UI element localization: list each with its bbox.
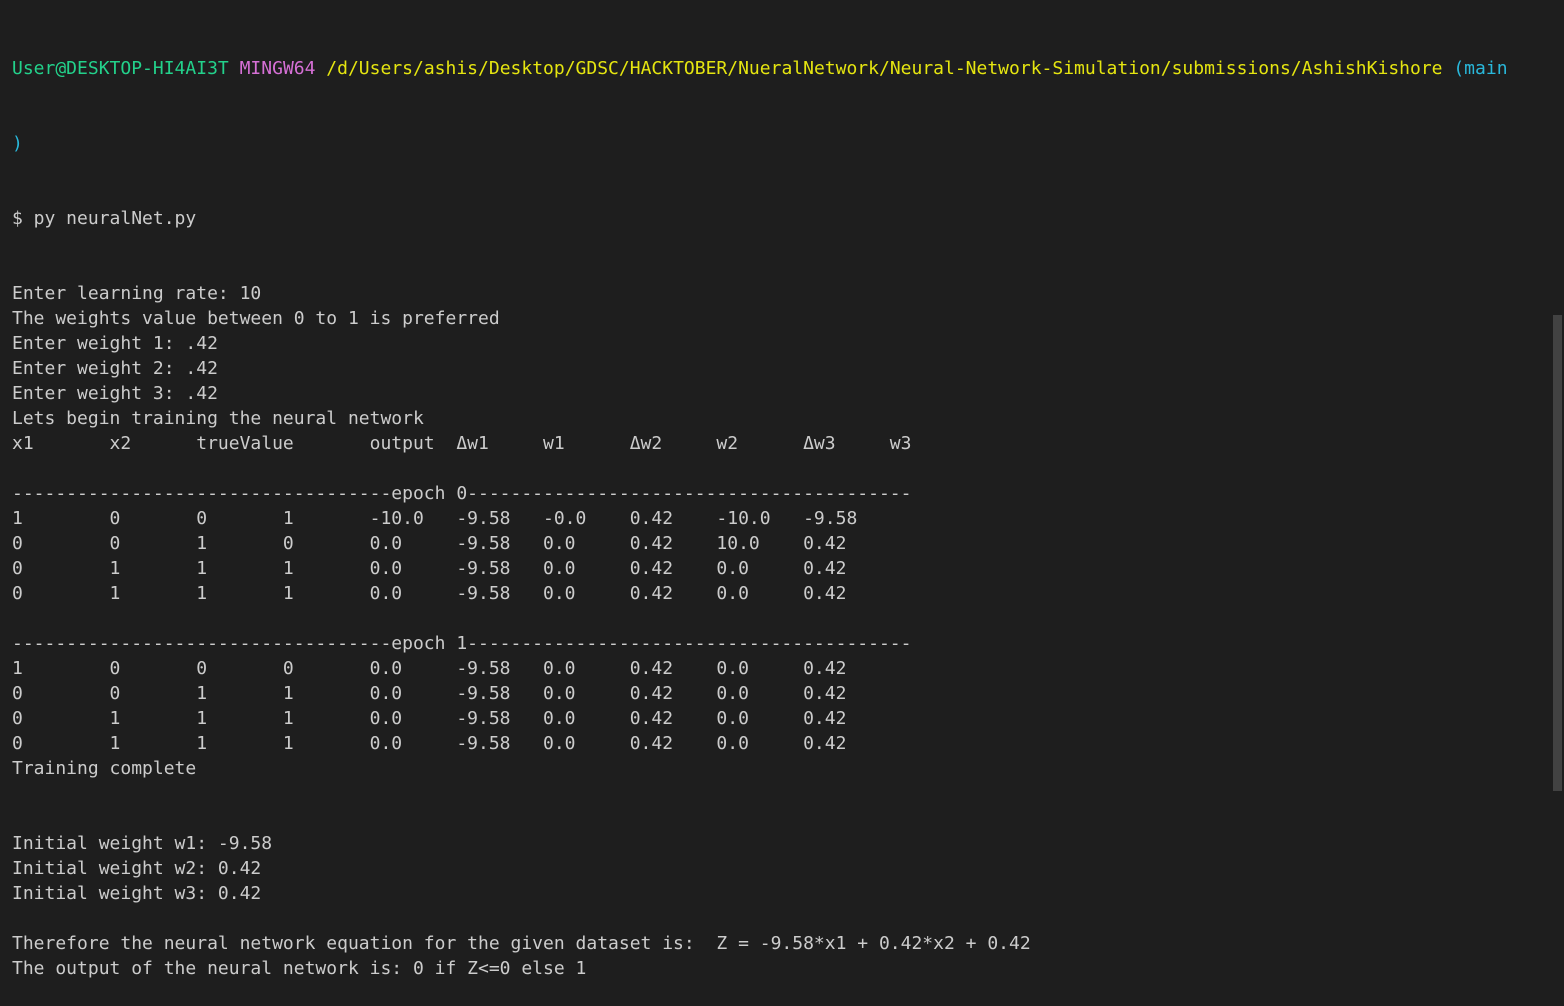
prompt-path: /d/Users/ashis/Desktop/GDSC/HACKTOBER/Nu… <box>326 58 1443 79</box>
output-line: Enter weight 2: .42 <box>12 358 218 379</box>
prompt-line-wrap: ) <box>12 131 1552 156</box>
output-line: -----------------------------------epoch… <box>12 483 912 504</box>
output-line: 0 1 1 1 0.0 -9.58 0.0 0.42 0.0 0.42 <box>12 733 847 754</box>
scrollbar-thumb[interactable] <box>1553 315 1562 791</box>
scrollbar[interactable] <box>1552 0 1564 791</box>
output-line: 0 1 1 1 0.0 -9.58 0.0 0.42 0.0 0.42 <box>12 558 847 579</box>
output-line: 1 0 0 0 0.0 -9.58 0.0 0.42 0.0 0.42 <box>12 658 847 679</box>
prompt-branch-close: ) <box>12 133 23 154</box>
command-line: $ py neuralNet.py <box>12 208 197 229</box>
output-line: x1 x2 trueValue output Δw1 w1 Δw2 w2 Δw3… <box>12 433 912 454</box>
output-line: 0 0 1 0 0.0 -9.58 0.0 0.42 10.0 0.42 <box>12 533 847 554</box>
output-line: 0 1 1 1 0.0 -9.58 0.0 0.42 0.0 0.42 <box>12 583 847 604</box>
output-lines: Enter learning rate: 10 The weights value… <box>12 281 1552 981</box>
output-line: 1 0 0 1 -10.0 -9.58 -0.0 0.42 -10.0 -9.5… <box>12 508 858 529</box>
output-line: 0 0 1 1 0.0 -9.58 0.0 0.42 0.0 0.42 <box>12 683 847 704</box>
output-line: Training complete <box>12 758 197 779</box>
output-line: -----------------------------------epoch… <box>12 633 912 654</box>
output-line: Therefore the neural network equation fo… <box>12 933 1031 954</box>
output-line: Initial weight w3: 0.42 <box>12 883 262 904</box>
output-line: Initial weight w2: 0.42 <box>12 858 262 879</box>
output-line: The output of the neural network is: 0 i… <box>12 958 587 979</box>
output-line: Initial weight w1: -9.58 <box>12 833 273 854</box>
output-line: Enter weight 1: .42 <box>12 333 218 354</box>
prompt-branch-open: (main <box>1453 58 1508 79</box>
output-line: 0 1 1 1 0.0 -9.58 0.0 0.42 0.0 0.42 <box>12 708 847 729</box>
output-line: Enter learning rate: 10 <box>12 283 262 304</box>
prompt-line: User@DESKTOP-HI4AI3T MINGW64 /d/Users/as… <box>12 56 1552 81</box>
prompt-user-host: User@DESKTOP-HI4AI3T <box>12 58 229 79</box>
output-line: Enter weight 3: .42 <box>12 383 218 404</box>
terminal-output[interactable]: User@DESKTOP-HI4AI3T MINGW64 /d/Users/as… <box>0 0 1552 979</box>
output-line: Lets begin training the neural network <box>12 408 424 429</box>
prompt-env: MINGW64 <box>239 58 316 79</box>
output-line: The weights value between 0 to 1 is pref… <box>12 308 500 329</box>
